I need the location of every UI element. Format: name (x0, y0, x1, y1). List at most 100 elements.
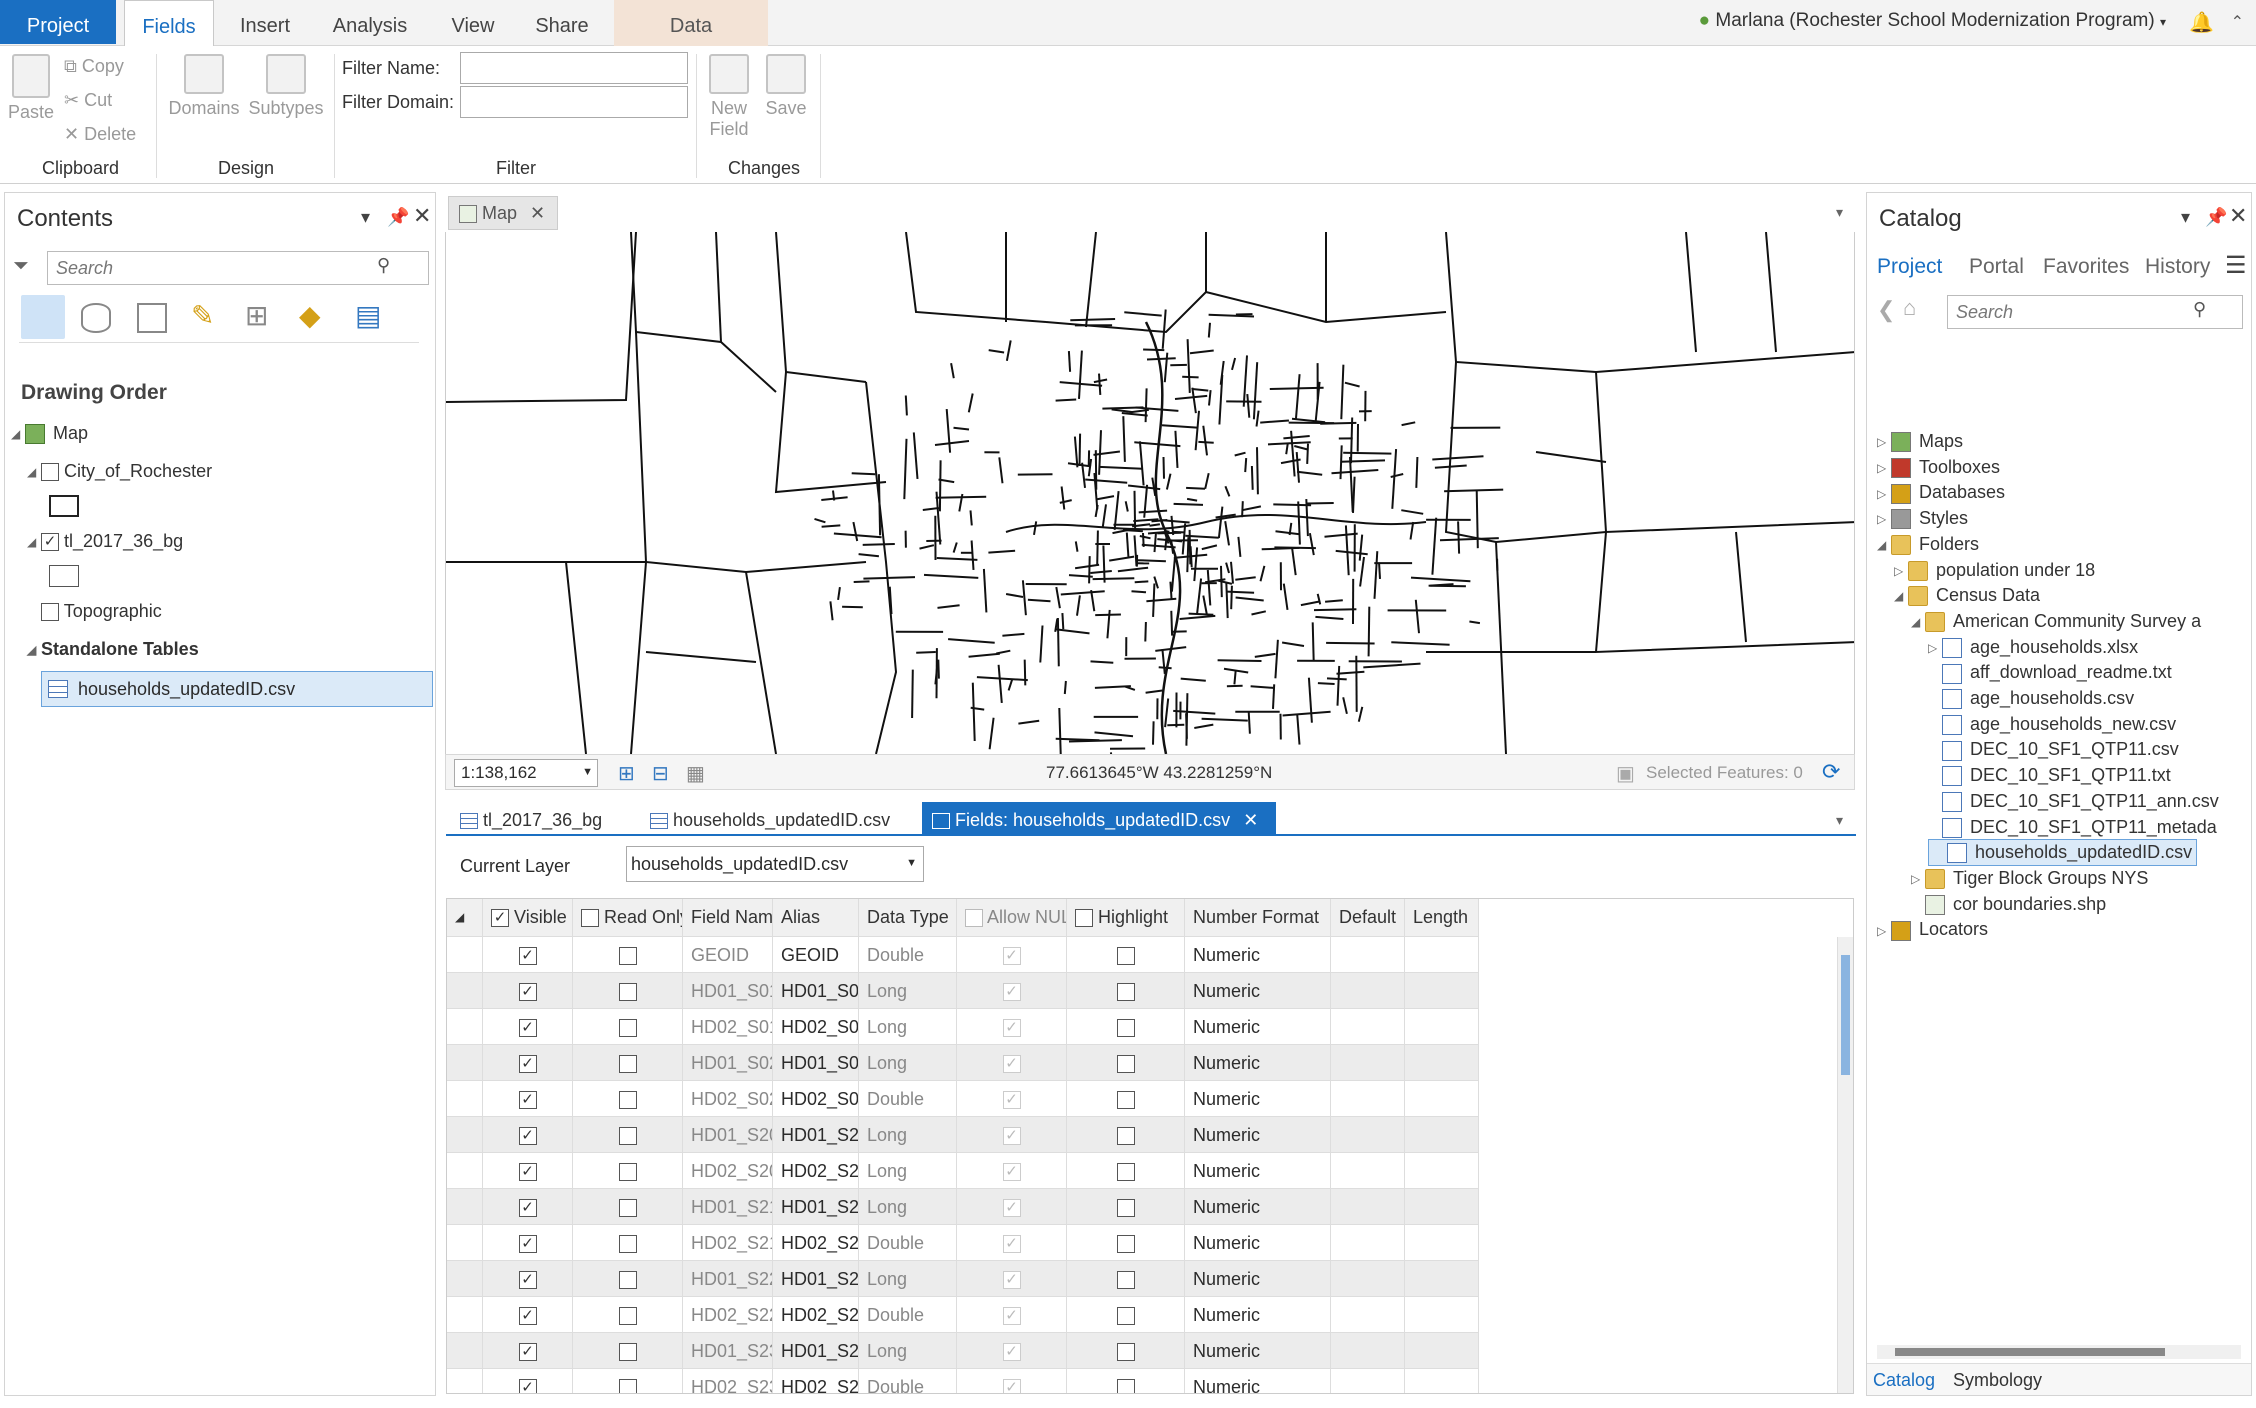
catalog-item[interactable]: ▷ Locators (1877, 919, 1988, 941)
column-header-visible[interactable]: ✓ Visible (483, 899, 573, 937)
table-cell[interactable] (1331, 1369, 1405, 1393)
expand-icon[interactable]: ▷ (1877, 512, 1891, 526)
tab-data[interactable]: Data (614, 0, 768, 46)
table-cell[interactable] (1067, 1225, 1185, 1261)
fixed-zoom-icon[interactable]: ⊞ (618, 761, 635, 786)
cell-checkbox[interactable] (618, 1199, 637, 1218)
cell-checkbox[interactable]: ✓ (518, 1163, 537, 1182)
table-cell[interactable]: HD01_S20 (773, 1117, 859, 1153)
table-cell[interactable]: ✓ (483, 1297, 573, 1333)
table-cell[interactable]: GEOID (773, 937, 859, 973)
table-cell[interactable] (1067, 1045, 1185, 1081)
contents-search-input[interactable]: Search (47, 251, 429, 285)
table-cell[interactable]: HD02_S02 (773, 1081, 859, 1117)
table-cell[interactable] (573, 1189, 683, 1225)
filter-name-input[interactable] (460, 52, 688, 84)
catalog-item[interactable]: ▷ Toolboxes (1877, 457, 2000, 478)
table-cell[interactable]: HD02_S21 (683, 1225, 773, 1261)
symbol-swatch[interactable] (49, 495, 79, 517)
tab-view[interactable]: View (440, 0, 506, 46)
cell-checkbox[interactable] (618, 1343, 637, 1362)
table-cell[interactable] (1067, 973, 1185, 1009)
expand-icon[interactable]: ▷ (1877, 487, 1891, 501)
menu-icon[interactable]: ☰ (2225, 251, 2247, 280)
table-cell[interactable]: HD02_S20 (683, 1153, 773, 1189)
table-cell[interactable]: HD02_S22 (773, 1297, 859, 1333)
search-icon[interactable]: ⚲ (377, 255, 390, 276)
list-by-editing-icon[interactable]: ✎ (191, 299, 214, 332)
subtypes-button[interactable]: Subtypes (246, 54, 326, 119)
tab-symbology[interactable]: Symbology (1953, 1370, 2042, 1391)
cell-checkbox[interactable] (1116, 1199, 1135, 1218)
cell-checkbox[interactable] (1116, 1163, 1135, 1182)
header-checkbox[interactable] (581, 909, 599, 928)
tab-analysis[interactable]: Analysis (322, 0, 418, 46)
cell-checkbox[interactable]: ✓ (518, 947, 537, 966)
column-header-field-name[interactable]: Field Name (683, 899, 773, 937)
table-cell[interactable] (573, 1045, 683, 1081)
table-cell[interactable] (1405, 1225, 1479, 1261)
symbol-swatch[interactable] (49, 565, 79, 587)
table-cell[interactable]: ✓ (957, 1333, 1067, 1369)
table-cell[interactable] (573, 937, 683, 973)
expand-icon[interactable]: ▷ (1877, 924, 1891, 938)
table-cell[interactable]: ✓ (483, 937, 573, 973)
column-header-highlight[interactable]: Highlight (1067, 899, 1185, 937)
cell-checkbox[interactable] (618, 1091, 637, 1110)
row-selector[interactable] (447, 1009, 483, 1045)
table-cell[interactable]: ✓ (957, 937, 1067, 973)
table-cell[interactable]: ✓ (957, 1297, 1067, 1333)
table-cell[interactable] (1331, 1333, 1405, 1369)
table-cell[interactable]: ✓ (957, 1189, 1067, 1225)
table-cell[interactable]: ✓ (483, 1369, 573, 1393)
table-cell[interactable] (1067, 1369, 1185, 1393)
table-cell[interactable] (1331, 1081, 1405, 1117)
header-checkbox[interactable] (1075, 909, 1093, 928)
table-cell[interactable]: Double (859, 937, 957, 973)
table-cell[interactable]: Numeric (1185, 1261, 1331, 1297)
cell-checkbox[interactable]: ✓ (518, 1343, 537, 1362)
table-cell[interactable] (1331, 1261, 1405, 1297)
cell-checkbox[interactable] (1116, 1343, 1135, 1362)
search-icon[interactable]: ⚲ (2193, 299, 2206, 320)
column-header-alias[interactable]: Alias (773, 899, 859, 937)
cell-checkbox[interactable]: ✓ (518, 1019, 537, 1038)
grid-icon[interactable]: ⊟ (652, 761, 669, 786)
table-cell[interactable] (573, 1333, 683, 1369)
table-cell[interactable]: Numeric (1185, 937, 1331, 973)
close-icon[interactable]: ✕ (2229, 203, 2247, 229)
list-by-selection-icon[interactable] (137, 303, 167, 333)
domains-button[interactable]: Domains (166, 54, 242, 119)
catalog-tab-favorites[interactable]: Favorites (2043, 255, 2129, 279)
table-cell[interactable]: Numeric (1185, 1081, 1331, 1117)
table-cell[interactable] (1331, 1009, 1405, 1045)
table-cell[interactable]: HD01_S01 (773, 973, 859, 1009)
table-cell[interactable]: Numeric (1185, 1297, 1331, 1333)
table-cell[interactable]: HD01_S20 (683, 1117, 773, 1153)
table-cell[interactable]: ✓ (483, 1225, 573, 1261)
header-checkbox[interactable]: ✓ (491, 909, 509, 928)
catalog-item[interactable]: ◢ Census Data (1894, 585, 2040, 607)
row-selector[interactable] (447, 973, 483, 1009)
table-cell[interactable]: HD02_S20 (773, 1153, 859, 1189)
table-cell[interactable]: ✓ (483, 1081, 573, 1117)
cell-checkbox[interactable]: ✓ (518, 983, 537, 1002)
cell-checkbox[interactable] (618, 1307, 637, 1326)
cell-checkbox[interactable]: ✓ (518, 1055, 537, 1074)
table-cell[interactable]: HD02_S02 (683, 1081, 773, 1117)
cell-checkbox[interactable]: ✓ (518, 1235, 537, 1254)
layer-visibility-checkbox[interactable]: ✓ (41, 533, 59, 552)
cell-checkbox[interactable]: ✓ (518, 1091, 537, 1110)
tab-tl-2017-36-bg[interactable]: tl_2017_36_bg (450, 802, 612, 836)
table-cell[interactable] (1331, 1297, 1405, 1333)
table-cell[interactable]: ✓ (957, 1261, 1067, 1297)
cell-checkbox[interactable] (1116, 1091, 1135, 1110)
cell-checkbox[interactable]: ✓ (518, 1271, 537, 1290)
table-cell[interactable]: Long (859, 973, 957, 1009)
home-icon[interactable]: ⌂ (1903, 295, 1916, 321)
copy-button[interactable]: ⧉ Copy (64, 56, 124, 77)
horizontal-scrollbar[interactable] (1877, 1345, 2241, 1359)
row-selector[interactable] (447, 1261, 483, 1297)
table-cell[interactable] (1067, 1153, 1185, 1189)
catalog-tab-project[interactable]: Project (1877, 255, 1942, 279)
